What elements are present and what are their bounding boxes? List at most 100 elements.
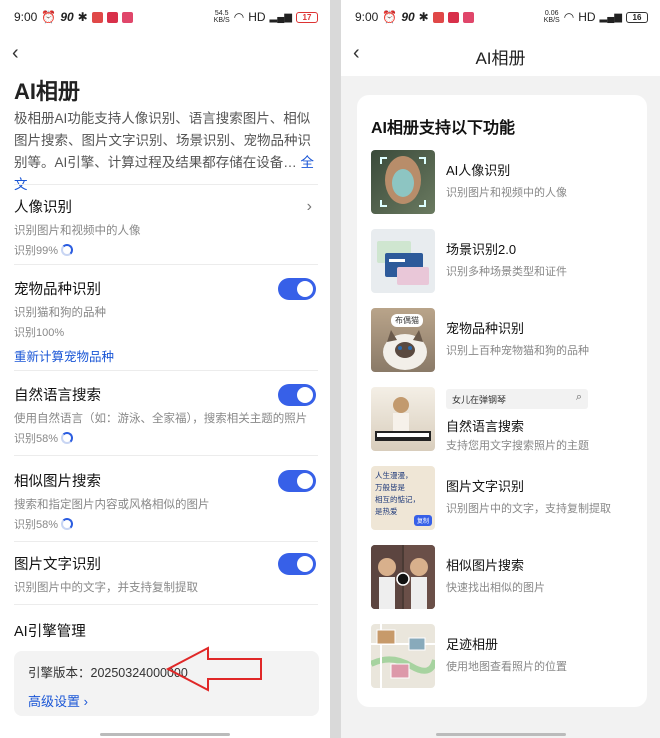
chevron-right-icon: › (306, 198, 312, 215)
hd-label: HD (578, 10, 596, 24)
card-title: AI相册支持以下功能 (371, 120, 516, 137)
recompute-pet-link[interactable]: 重新计算宠物品种 (14, 346, 318, 365)
app-icon-2 (447, 11, 459, 23)
feature-desc: 识别图片和视频中的人像 (446, 187, 567, 199)
portrait-thumb (371, 150, 435, 214)
nl-search-toggle[interactable] (278, 384, 316, 406)
divider (14, 264, 318, 265)
feature-desc: 识别上百种宠物猫和狗的品种 (446, 345, 589, 357)
app-icon-1 (432, 11, 444, 23)
divider (14, 184, 318, 185)
ocr-thumb: 人生漫漫， 万般皆是 相互的惦记， 是热爱 复制 (371, 466, 435, 530)
section-portrait[interactable]: 人像识别 识别图片和视频中的人像 识别99% › (14, 196, 318, 258)
ocr-thumb-text: 人生漫漫， 万般皆是 相互的惦记， 是热爱 (375, 471, 420, 516)
search-mock-text: 女儿在弹钢琴 (452, 395, 507, 405)
engine-heading: AI引擎管理 (14, 620, 318, 641)
divider (14, 455, 318, 456)
home-indicator[interactable] (100, 733, 230, 736)
alarm-icon: ⏰ (382, 10, 398, 24)
settings-screen: 9:00 ⏰ 90 ✱ 54.5 KB/S ◠ HD ▂▄▆ 17 ‹ AI相册… (0, 0, 330, 738)
feature-desc: 快速找出相似的图片 (446, 582, 545, 594)
feature-desc: 使用地图查看照片的位置 (446, 661, 567, 673)
engine-title: AI引擎管理 (14, 624, 86, 640)
section-nl-search: 自然语言搜索 使用自然语言（如：游泳、全家福），搜索相关主题的照片 识别58% (14, 384, 318, 446)
section-status: 识别58% (14, 430, 318, 446)
app-icon-2 (106, 11, 118, 23)
home-indicator[interactable] (435, 733, 566, 736)
wifi-icon: ◠ (233, 10, 245, 24)
divider (14, 541, 318, 542)
feature-desc: 识别图片中的文字，支持复制提取 (446, 503, 611, 515)
status-bar: 9:00 ⏰ 90 ✱ 0.06 KB/S ◠ HD ▂▄▆ 16 (341, 0, 660, 34)
feature-similar: 相似图片搜索 快速找出相似的图片 (371, 545, 641, 609)
feature-nl-search: 女儿在弹钢琴 ⌕ 自然语言搜索 支持您用文字搜索照片的主题 (371, 387, 641, 452)
loading-spinner-icon (61, 518, 74, 530)
search-icon: ⌕ (575, 391, 582, 403)
hd-label: HD (248, 10, 266, 24)
feature-title: 自然语言搜索 (446, 419, 525, 434)
section-desc: 识别猫和狗的品种 (14, 307, 106, 319)
ocr-toggle[interactable] (278, 553, 316, 575)
feature-title: 图片文字识别 (446, 479, 525, 494)
section-title: 宠物品种识别 (14, 282, 101, 298)
section-desc: 搜索和指定图片内容或风格相似的图片 (14, 499, 210, 511)
intro-body: 极相册AI功能支持人像识别、语言搜索图片、相似图片搜索、图片文字识别、场景识别、… (14, 111, 311, 170)
intro-text: 极相册AI功能支持人像识别、语言搜索图片、相似图片搜索、图片文字识别、场景识别、… (14, 108, 320, 196)
feature-title: 相似图片搜索 (446, 558, 525, 573)
section-pet-breed: 宠物品种识别 识别猫和狗的品种 识别100% 重新计算宠物品种 (14, 278, 318, 365)
status-bar: 9:00 ⏰ 90 ✱ 54.5 KB/S ◠ HD ▂▄▆ 17 (0, 0, 330, 34)
loading-spinner-icon (61, 244, 74, 256)
status-speed: 90 (60, 10, 74, 24)
section-desc: 识别图片和视频中的人像 (14, 225, 141, 237)
app-icon-3 (462, 11, 474, 23)
map-thumb (371, 624, 435, 688)
section-ocr: 图片文字识别 识别图片中的文字，并支持复制提取 (14, 553, 318, 595)
section-status: 识别100% (14, 327, 65, 339)
search-mock: 女儿在弹钢琴 ⌕ (446, 389, 588, 409)
app-icon-1 (91, 11, 103, 23)
feature-card: AI相册支持以下功能 AI人像识别 识别图片和视频中的人像 场景识别2.0 识别… (357, 95, 647, 707)
feature-desc: 识别多种场景类型和证件 (446, 266, 567, 278)
feature-ocr: 人生漫漫， 万般皆是 相互的惦记， 是热爱 复制 图片文字识别 识别图片中的文字… (371, 466, 641, 530)
signal-icon: ▂▄▆ (269, 11, 292, 23)
bluetooth-icon: ✱ (418, 10, 429, 24)
signal-icon: ▂▄▆ (599, 11, 622, 23)
page-title: AI相册 (475, 49, 526, 68)
section-title: 图片文字识别 (14, 557, 101, 573)
network-speed: 54.5 KB/S (213, 10, 230, 24)
network-speed: 0.06 KB/S (543, 10, 560, 24)
back-arrow-icon[interactable]: ‹ (12, 42, 19, 65)
feature-portrait: AI人像识别 识别图片和视频中的人像 (371, 150, 641, 214)
advanced-settings-link[interactable]: 高级设置 › (28, 691, 305, 710)
annotation-arrow-icon (166, 646, 262, 692)
section-status: 识别58% (14, 516, 318, 532)
status-speed: 90 (401, 10, 415, 24)
app-icon-3 (121, 11, 133, 23)
divider (14, 370, 318, 371)
page-title: AI相册 (14, 79, 81, 104)
loading-spinner-icon (61, 432, 74, 444)
pet-breed-toggle[interactable] (278, 278, 316, 300)
status-time: 9:00 (355, 10, 379, 24)
section-desc: 使用自然语言（如：游泳、全家福），搜索相关主题的照片 (14, 413, 308, 425)
feature-title: 足迹相册 (446, 637, 499, 652)
piano-thumb (371, 387, 435, 451)
section-similar-search: 相似图片搜索 搜索和指定图片内容或风格相似的图片 识别58% (14, 470, 318, 532)
scene-thumb (371, 229, 435, 293)
ocr-copy-badge: 复制 (413, 515, 432, 526)
pet-badge: 布偶猫 (391, 314, 423, 327)
section-title: 自然语言搜索 (14, 388, 101, 404)
bluetooth-icon: ✱ (77, 10, 88, 24)
similar-search-toggle[interactable] (278, 470, 316, 492)
section-title: 相似图片搜索 (14, 474, 101, 490)
battery-icon: 16 (626, 11, 648, 23)
wifi-icon: ◠ (563, 10, 575, 24)
feature-title: AI人像识别 (446, 163, 511, 178)
divider (14, 604, 318, 605)
feature-scene: 场景识别2.0 识别多种场景类型和证件 (371, 229, 641, 293)
feature-map: 足迹相册 使用地图查看照片的位置 (371, 624, 641, 688)
pet-thumb: 布偶猫 (371, 308, 435, 372)
section-title: 人像识别 (14, 200, 72, 216)
feature-intro-screen: 9:00 ⏰ 90 ✱ 0.06 KB/S ◠ HD ▂▄▆ 16 ‹ AI相册… (341, 0, 660, 738)
section-desc: 识别图片中的文字，并支持复制提取 (14, 582, 198, 594)
